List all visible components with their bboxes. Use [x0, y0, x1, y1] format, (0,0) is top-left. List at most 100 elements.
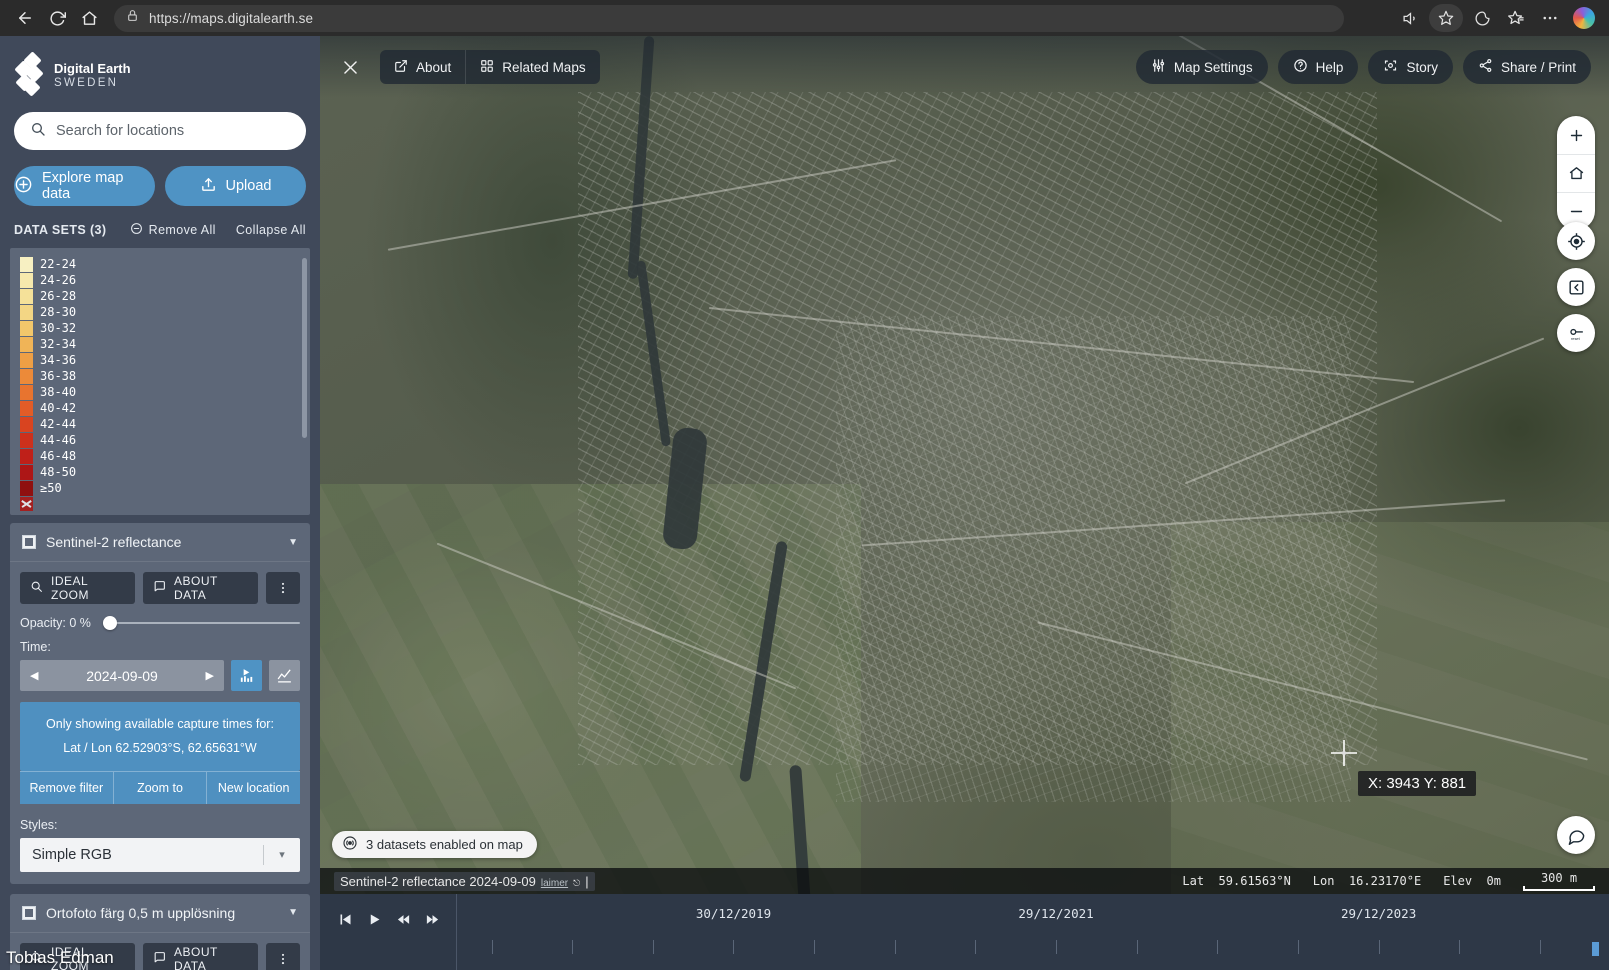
step-back-icon[interactable]: [396, 912, 411, 927]
opacity-slider-knob[interactable]: [102, 616, 117, 630]
legend-nodata-row: [20, 496, 300, 512]
datasets-enabled-chip[interactable]: 3 datasets enabled on map: [332, 831, 537, 858]
layer-more-options-icon[interactable]: [266, 572, 300, 604]
timeline-track[interactable]: 30/12/2019 29/12/2021 29/12/2023: [456, 894, 1609, 970]
legend-label: 22-24: [40, 257, 77, 271]
scale-label: 300 m: [1540, 871, 1578, 885]
favorite-star-icon[interactable]: [1429, 4, 1463, 32]
opacity-slider[interactable]: [102, 616, 300, 630]
about-button[interactable]: About: [380, 50, 465, 84]
legend-row: 40-42: [20, 400, 300, 416]
disclaimer-link[interactable]: laimer: [541, 878, 568, 889]
remove-filter-button[interactable]: Remove filter: [20, 772, 113, 804]
share-print-button[interactable]: Share / Print: [1462, 50, 1591, 84]
extent-icon[interactable]: [1557, 268, 1595, 306]
timeline-bar[interactable]: 30/12/2019 29/12/2021 29/12/2023: [320, 894, 1609, 970]
map-settings-label: Map Settings: [1173, 59, 1253, 75]
more-options-icon[interactable]: [1535, 4, 1565, 32]
ideal-zoom-label: IDEAL ZOOM: [51, 574, 89, 602]
related-maps-button[interactable]: Related Maps: [465, 50, 599, 84]
play-icon[interactable]: [367, 912, 382, 927]
browser-essentials-icon[interactable]: [1467, 4, 1497, 32]
legend-row: 36-38: [20, 368, 300, 384]
time-next-icon[interactable]: ▶: [206, 669, 214, 682]
layer-more-options-icon[interactable]: [266, 942, 300, 970]
coordinate-readout: Lat 59.61563°N Lon 16.23170°E Elev 0m 30…: [1182, 871, 1595, 891]
new-location-button[interactable]: New location: [206, 771, 300, 804]
cursor-coordinate-tooltip: X: 3943 Y: 881: [1358, 771, 1477, 796]
layer-button-row: IDEAL ZOOM ABOUT DATA: [20, 572, 300, 604]
compass-icon[interactable]: reset: [1557, 314, 1595, 352]
home-icon[interactable]: [1557, 154, 1595, 192]
help-label: Help: [1315, 59, 1344, 75]
explore-map-data-button[interactable]: Explore map data: [14, 166, 155, 206]
search-icon: [30, 121, 46, 142]
reload-icon[interactable]: [42, 4, 72, 32]
search-container[interactable]: [14, 112, 306, 150]
lock-icon: [126, 9, 139, 27]
time-picker[interactable]: ◀ 2024-09-09 ▶: [20, 660, 224, 691]
legend-label: 36-38: [40, 369, 77, 383]
collapse-all-button[interactable]: Collapse All: [236, 223, 306, 237]
plus-icon[interactable]: [1557, 116, 1595, 154]
map-settings-button[interactable]: Map Settings: [1135, 50, 1268, 84]
legend-label: 32-34: [40, 337, 77, 351]
style-select[interactable]: Simple RGB ▾: [20, 837, 300, 872]
legend-label: 30-32: [40, 321, 77, 335]
sidebar-scroll-area[interactable]: 22-24 24-26 26-28 28-30 30-32 32-34 34-36 36-38…: [0, 248, 320, 970]
close-icon[interactable]: [334, 51, 366, 83]
legend-label: 24-26: [40, 273, 77, 287]
story-button[interactable]: Story: [1368, 50, 1453, 84]
map-nav-group: About Related Maps: [380, 50, 600, 84]
help-button[interactable]: Help: [1277, 50, 1359, 84]
credit-layer-name: Sentinel-2 reflectance 2024-09-09 laimer…: [334, 871, 595, 891]
ideal-zoom-button[interactable]: IDEAL ZOOM: [20, 572, 135, 604]
legend-row: ≥50: [20, 480, 300, 496]
home-icon[interactable]: [74, 4, 104, 32]
map-cursor-crosshair: [1331, 740, 1357, 766]
copilot-icon[interactable]: [1569, 4, 1599, 32]
chevron-down-icon[interactable]: ▼: [288, 537, 298, 548]
upload-button[interactable]: Upload: [165, 166, 306, 206]
remove-all-button[interactable]: Remove All: [130, 222, 216, 238]
credit-layer-label: Sentinel-2 reflectance 2024-09-09: [340, 873, 536, 889]
app-logo[interactable]: Digital Earth SWEDEN: [14, 50, 306, 102]
collections-icon[interactable]: [1501, 4, 1531, 32]
about-data-button[interactable]: ABOUT DATA: [143, 942, 258, 970]
question-circle-icon: [1293, 58, 1308, 76]
search-input[interactable]: [56, 123, 290, 139]
credit-separator: |: [585, 873, 589, 889]
no-data-crossed-swatch: [20, 497, 33, 511]
time-chart-button[interactable]: [269, 660, 300, 691]
layer-header-ortofoto[interactable]: Ortofoto färg 0,5 m upplösning ▼: [10, 894, 310, 933]
address-bar[interactable]: https://maps.digitalearth.se: [114, 4, 1344, 32]
layer-checkbox[interactable]: [22, 905, 36, 920]
step-forward-icon[interactable]: [425, 912, 440, 927]
legend-label: 40-42: [40, 401, 77, 415]
external-link-small-icon: ⎋: [573, 877, 581, 888]
opacity-control: Opacity: 0 %: [20, 616, 300, 630]
legend-label: 46-48: [40, 449, 77, 463]
chevron-down-icon[interactable]: ▼: [288, 907, 298, 918]
time-animation-button[interactable]: [231, 660, 262, 691]
time-previous-icon[interactable]: ◀: [30, 669, 38, 682]
legend-row: 44-46: [20, 432, 300, 448]
back-arrow-icon[interactable]: [10, 4, 40, 32]
search-icon: [30, 580, 43, 596]
map-canvas[interactable]: [320, 36, 1609, 970]
legend-row: 46-48: [20, 448, 300, 464]
related-maps-label: Related Maps: [502, 59, 586, 75]
zoom-to-button[interactable]: Zoom to: [112, 771, 207, 804]
read-aloud-icon[interactable]: [1395, 4, 1425, 32]
chevron-down-icon[interactable]: ▾: [264, 848, 300, 861]
legend-row: 42-44: [20, 416, 300, 432]
layer-checkbox[interactable]: [22, 535, 36, 549]
skip-start-icon[interactable]: [338, 912, 353, 927]
about-data-button[interactable]: ABOUT DATA: [143, 572, 258, 604]
feedback-icon[interactable]: [1557, 816, 1595, 854]
legend-scrollbar[interactable]: [302, 258, 307, 438]
layer-header-sentinel2[interactable]: Sentinel-2 reflectance ▼: [10, 523, 310, 562]
timeline-current-marker[interactable]: [1592, 942, 1599, 956]
legend-swatch: [20, 464, 33, 480]
locate-icon[interactable]: [1557, 222, 1595, 260]
